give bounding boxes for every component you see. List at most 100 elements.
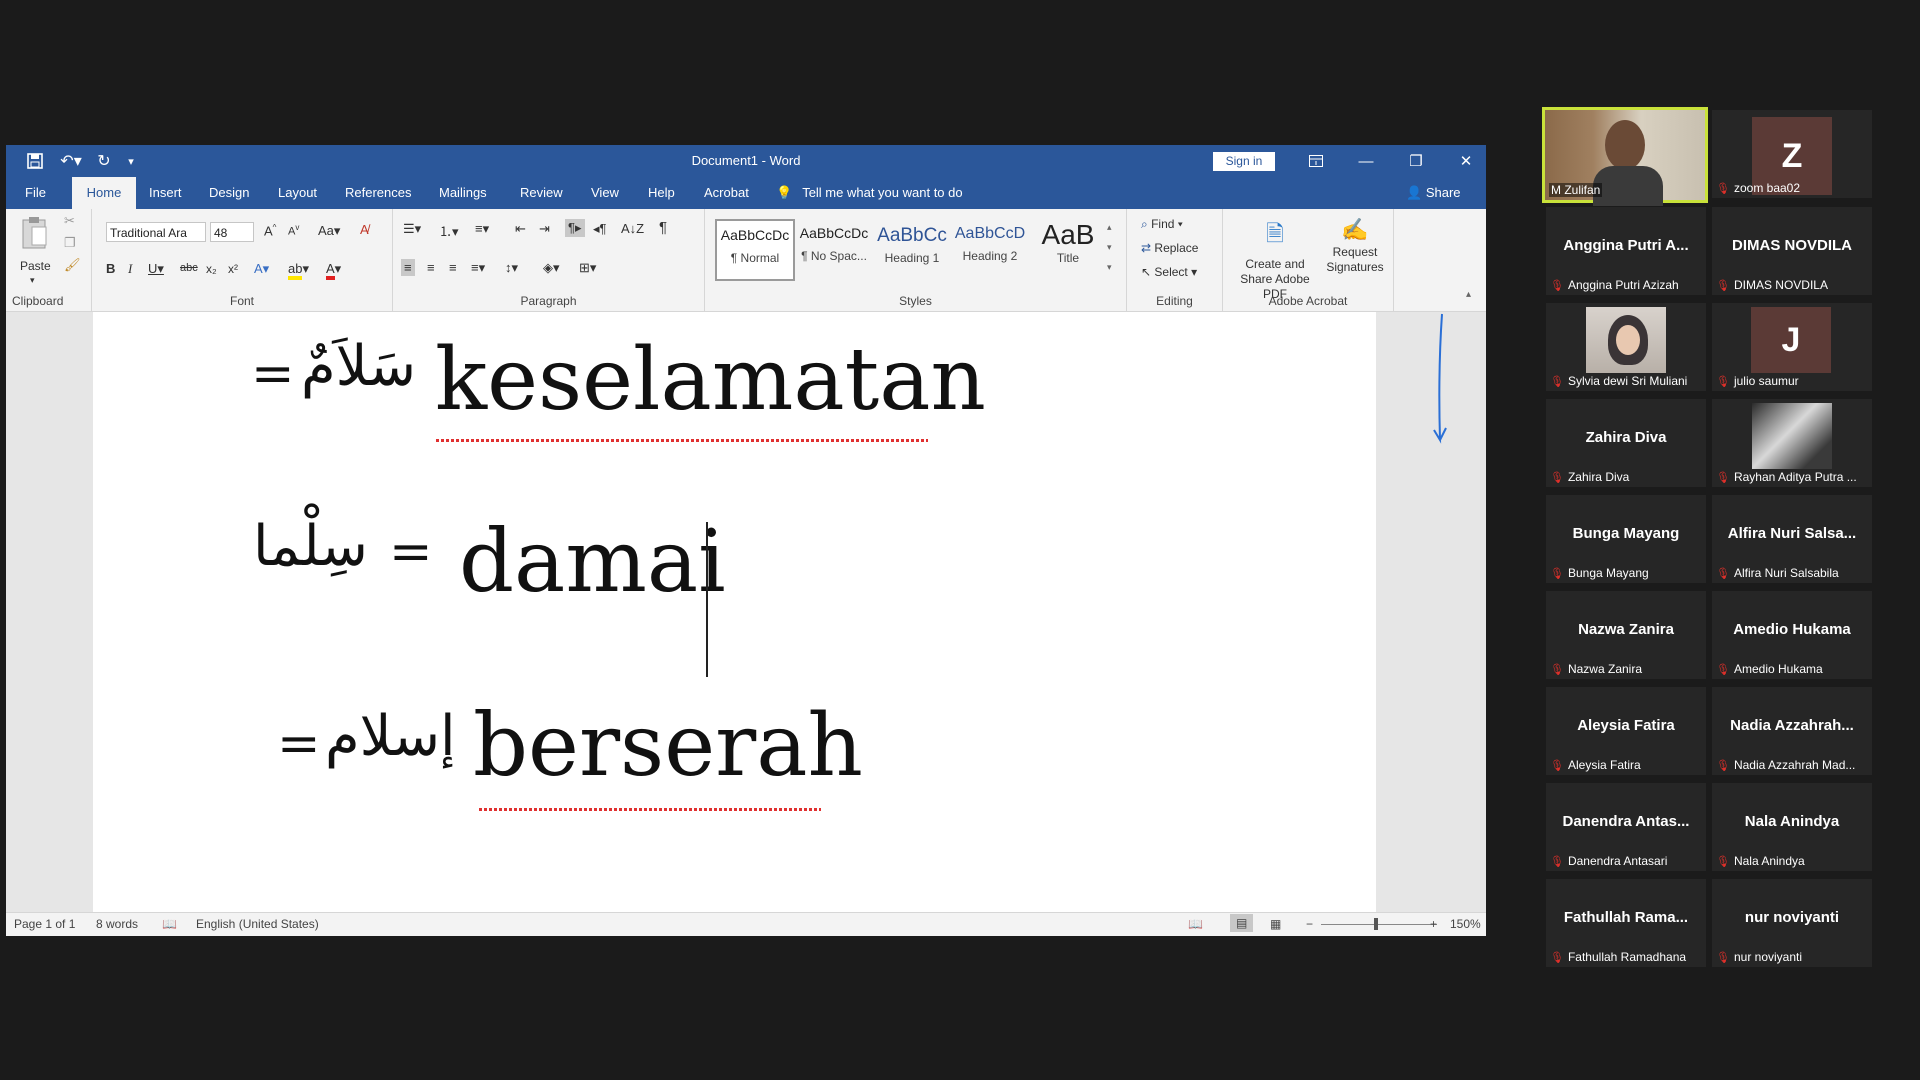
superscript-icon[interactable]: x² bbox=[228, 262, 238, 276]
paste-dropdown-icon[interactable]: ▾ bbox=[30, 275, 35, 286]
select-button[interactable]: ↖ Select ▾ bbox=[1141, 265, 1197, 279]
cut-icon[interactable]: ✂ bbox=[64, 213, 75, 229]
participant-tile[interactable]: J 🎙 julio saumur bbox=[1712, 303, 1872, 391]
tab-design[interactable]: Design bbox=[200, 177, 258, 209]
close-icon[interactable]: ✕ bbox=[1443, 145, 1489, 177]
line-spacing-icon[interactable]: ↕▾ bbox=[505, 260, 518, 276]
tab-home[interactable]: Home bbox=[72, 177, 136, 209]
document-page[interactable]: = سَلاَمٌ keselamatan سِلْما = damai = إ… bbox=[93, 312, 1376, 912]
language[interactable]: English (United States) bbox=[196, 917, 319, 931]
align-left-icon[interactable]: ≡ bbox=[401, 259, 415, 276]
web-layout-icon[interactable]: ▦ bbox=[1270, 917, 1281, 931]
participant-name: zoom baa02 bbox=[1733, 181, 1801, 195]
participant-tile[interactable]: Zahira Diva 🎙 Zahira Diva bbox=[1546, 399, 1706, 487]
shrink-font-icon[interactable]: Av bbox=[288, 223, 299, 238]
restore-icon[interactable]: ❐ bbox=[1393, 145, 1439, 177]
zoom-in-icon[interactable]: + bbox=[1430, 917, 1437, 931]
align-center-icon[interactable]: ≡ bbox=[427, 260, 435, 275]
bullets-icon[interactable]: ☰▾ bbox=[403, 221, 421, 237]
participant-tile[interactable]: Aleysia Fatira 🎙 Aleysia Fatira bbox=[1546, 687, 1706, 775]
sign-in-button[interactable]: Sign in bbox=[1213, 152, 1275, 171]
bold-icon[interactable]: B bbox=[106, 261, 115, 276]
tab-help[interactable]: Help bbox=[639, 177, 684, 209]
participant-tile[interactable]: Alfira Nuri Salsa... 🎙 Alfira Nuri Salsab… bbox=[1712, 495, 1872, 583]
style-no-spacing[interactable]: AaBbCcDc ¶ No Spac... bbox=[795, 219, 873, 277]
page-count[interactable]: Page 1 of 1 bbox=[14, 917, 75, 931]
collapse-ribbon-icon[interactable]: ▴ bbox=[1466, 289, 1471, 300]
change-case-icon[interactable]: Aa▾ bbox=[318, 223, 340, 239]
ribbon-display-options-icon[interactable] bbox=[1293, 145, 1339, 177]
italic-icon[interactable]: I bbox=[128, 261, 132, 277]
word-count[interactable]: 8 words bbox=[96, 917, 138, 931]
style-heading-1[interactable]: AaBbCc Heading 1 bbox=[873, 219, 951, 277]
request-signatures-button[interactable]: ✍ Request Signatures bbox=[1321, 217, 1389, 275]
participant-tile[interactable]: Amedio Hukama 🎙 Amedio Hukama bbox=[1712, 591, 1872, 679]
copy-icon[interactable]: ❐ bbox=[64, 235, 76, 251]
font-color-icon[interactable]: A▾ bbox=[326, 261, 341, 280]
participant-tile[interactable]: Anggina Putri A... 🎙 Anggina Putri Azizah bbox=[1546, 207, 1706, 295]
multilevel-list-icon[interactable]: ≡▾ bbox=[475, 221, 489, 237]
participant-tile[interactable]: 🎙 Rayhan Aditya Putra ... bbox=[1712, 399, 1872, 487]
participant-tile[interactable]: DIMAS NOVDILA 🎙 DIMAS NOVDILA bbox=[1712, 207, 1872, 295]
font-size-box[interactable]: 48 bbox=[210, 222, 254, 242]
participant-tile[interactable]: Danendra Antas... 🎙 Danendra Antasari bbox=[1546, 783, 1706, 871]
replace-button[interactable]: ⇄ Replace bbox=[1141, 241, 1198, 255]
rtl-icon[interactable]: ◂¶ bbox=[593, 221, 607, 237]
style-heading-2[interactable]: AaBbCcD Heading 2 bbox=[951, 219, 1029, 277]
tab-file[interactable]: File bbox=[16, 177, 55, 209]
document-area: = سَلاَمٌ keselamatan سِلْما = damai = إ… bbox=[6, 312, 1486, 912]
style-normal[interactable]: AaBbCcDc ¶ Normal bbox=[715, 219, 795, 281]
participant-tile[interactable]: Bunga Mayang 🎙 Bunga Mayang bbox=[1546, 495, 1706, 583]
sort-icon[interactable]: A↓Z bbox=[621, 221, 644, 236]
zoom-slider-thumb[interactable] bbox=[1374, 918, 1378, 930]
borders-icon[interactable]: ⊞▾ bbox=[579, 260, 596, 276]
grow-font-icon[interactable]: A^ bbox=[264, 223, 276, 238]
align-right-icon[interactable]: ≡ bbox=[449, 260, 457, 275]
tab-layout[interactable]: Layout bbox=[269, 177, 326, 209]
find-button[interactable]: ⌕ Find ▾ bbox=[1141, 217, 1183, 232]
share-button[interactable]: 👤 Share bbox=[1406, 177, 1461, 209]
participant-tile[interactable]: Z 🎙 zoom baa02 bbox=[1712, 110, 1872, 198]
tell-me-search[interactable]: 💡 Tell me what you want to do bbox=[776, 177, 963, 209]
underline-icon[interactable]: U▾ bbox=[148, 261, 164, 277]
minimize-icon[interactable]: — bbox=[1343, 145, 1389, 177]
strikethrough-icon[interactable]: abc bbox=[180, 262, 198, 274]
shading-icon[interactable]: ◈▾ bbox=[543, 260, 560, 276]
clear-formatting-icon[interactable]: A̸ bbox=[360, 222, 369, 237]
paste-button[interactable] bbox=[20, 215, 50, 257]
participant-tile[interactable]: M Zulifan bbox=[1542, 107, 1708, 206]
tab-view[interactable]: View bbox=[582, 177, 628, 209]
justify-icon[interactable]: ≡▾ bbox=[471, 260, 485, 276]
participant-tile[interactable]: Nazwa Zanira 🎙 Nazwa Zanira bbox=[1546, 591, 1706, 679]
print-layout-icon[interactable]: ▤ bbox=[1230, 914, 1254, 932]
participant-tile[interactable]: Nala Anindya 🎙 Nala Anindya bbox=[1712, 783, 1872, 871]
participant-tile[interactable]: Nadia Azzahrah... 🎙 Nadia Azzahrah Mad... bbox=[1712, 687, 1872, 775]
zoom-out-icon[interactable]: − bbox=[1306, 917, 1313, 931]
paste-label: Paste bbox=[20, 259, 51, 273]
show-formatting-icon[interactable]: ¶ bbox=[659, 219, 667, 236]
tab-references[interactable]: References bbox=[336, 177, 420, 209]
proofing-icon[interactable]: 📖 bbox=[162, 917, 177, 931]
subscript-icon[interactable]: x₂ bbox=[206, 262, 217, 276]
font-name-box[interactable]: Traditional Ara bbox=[106, 222, 206, 242]
style-title[interactable]: AaB Title bbox=[1029, 219, 1107, 277]
create-share-pdf-button[interactable]: 🗎 Create and Share Adobe PDF bbox=[1233, 217, 1317, 302]
zoom-level[interactable]: 150% bbox=[1450, 917, 1481, 931]
ltr-icon[interactable]: ¶▸ bbox=[565, 219, 585, 237]
text-effects-icon[interactable]: A▾ bbox=[254, 261, 269, 277]
tab-mailings[interactable]: Mailings bbox=[430, 177, 496, 209]
participant-tile[interactable]: nur noviyanti 🎙 nur noviyanti bbox=[1712, 879, 1872, 967]
numbering-icon[interactable]: ⒈▾ bbox=[439, 221, 459, 240]
participant-tile[interactable]: 🎙 Sylvia dewi Sri Muliani bbox=[1546, 303, 1706, 391]
tab-review[interactable]: Review bbox=[511, 177, 572, 209]
zoom-slider[interactable] bbox=[1321, 924, 1437, 925]
decrease-indent-icon[interactable]: ⇤ bbox=[515, 221, 526, 237]
increase-indent-icon[interactable]: ⇥ bbox=[539, 221, 550, 237]
participant-tile[interactable]: Fathullah Rama... 🎙 Fathullah Ramadhana bbox=[1546, 879, 1706, 967]
tab-acrobat[interactable]: Acrobat bbox=[695, 177, 758, 209]
format-painter-icon[interactable]: 🖌 bbox=[64, 257, 81, 273]
highlight-icon[interactable]: ab▾ bbox=[288, 261, 309, 280]
tab-insert[interactable]: Insert bbox=[140, 177, 191, 209]
read-mode-icon[interactable]: 📖 bbox=[1188, 917, 1203, 931]
styles-scroll-icon[interactable]: ▴ ▾ ▾ bbox=[1107, 217, 1112, 277]
